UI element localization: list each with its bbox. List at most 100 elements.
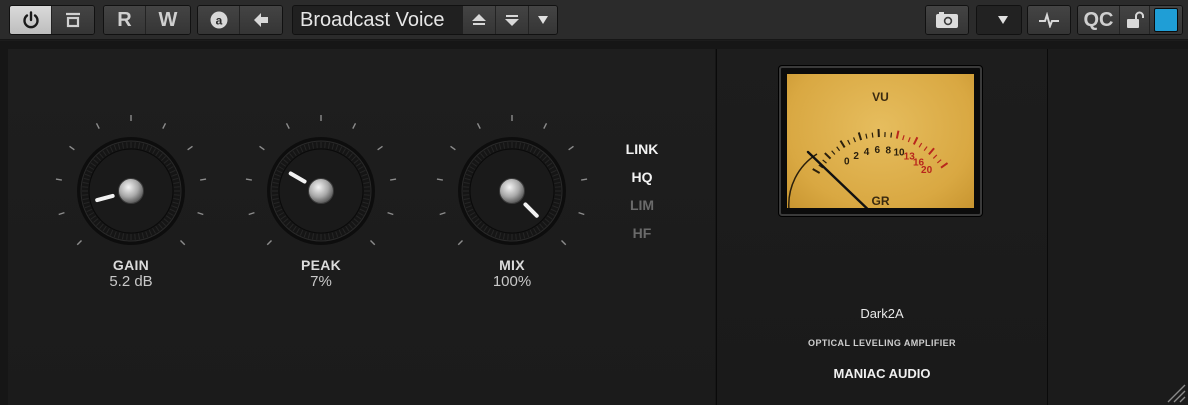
knob-tick — [245, 178, 252, 181]
vu-tick — [918, 142, 923, 148]
knob-tick — [76, 240, 82, 246]
next-preset-button[interactable] — [496, 6, 529, 34]
vu-tick — [923, 146, 928, 151]
knob-tick — [543, 122, 548, 129]
knob-tick — [352, 122, 357, 129]
peak-label: PEAK — [300, 257, 342, 273]
preset-name[interactable]: Broadcast Voice — [293, 6, 463, 34]
knob-tick — [259, 145, 265, 151]
knob-tick — [578, 211, 585, 216]
hq-switch[interactable]: HQ — [610, 169, 674, 185]
knob-tick — [285, 122, 290, 129]
vu-tick — [932, 154, 938, 159]
lim-switch[interactable]: LIM — [610, 197, 674, 213]
knob-tick — [200, 178, 207, 181]
vu-tick — [853, 137, 856, 143]
quick-controls-button[interactable]: QC — [1078, 6, 1120, 34]
automation-rw-group: R W — [103, 5, 191, 35]
knob-tick — [187, 145, 193, 151]
read-automation-button[interactable]: R — [104, 6, 146, 34]
svg-text:a: a — [215, 14, 222, 28]
peak-knob[interactable] — [241, 111, 401, 271]
vu-scale: 02 4 6 8 10 131620 — [788, 129, 949, 208]
vu-tick — [907, 137, 911, 143]
unlock-icon — [1126, 11, 1144, 28]
knob-tick — [457, 240, 463, 246]
power-button[interactable] — [10, 6, 52, 34]
sidechain-icon — [1039, 12, 1059, 28]
knob-tick — [450, 145, 456, 151]
vu-tick — [831, 150, 836, 155]
vu-tick — [895, 130, 900, 139]
vu-scale-label: 8 — [885, 145, 891, 156]
preset-selector: Broadcast Voice — [292, 5, 558, 35]
mix-value: 100% — [492, 273, 532, 290]
mix-label: MIX — [499, 257, 525, 273]
knob-tick — [55, 178, 62, 181]
sidechain-dropdown[interactable] — [977, 6, 1021, 34]
vu-tick — [836, 146, 841, 152]
mix-knob[interactable] — [432, 111, 592, 271]
knob-tick — [162, 122, 167, 129]
vu-scale-label: 6 — [875, 145, 881, 156]
plugin-toolbar: R W a Broadcast Voice QC — [0, 0, 1188, 40]
vu-tick — [812, 168, 821, 174]
knob-tick — [58, 211, 65, 216]
snapshot-button[interactable] — [926, 6, 968, 34]
vu-tick — [928, 147, 935, 156]
qc-group: QC — [1077, 5, 1183, 35]
knob-tick — [69, 145, 75, 151]
vu-scale-label: 4 — [864, 147, 870, 158]
gain-label: GAIN — [112, 257, 150, 273]
preset-menu-button[interactable] — [529, 6, 557, 34]
automation-mode-button[interactable]: a — [198, 6, 240, 34]
sidechain-group — [1027, 5, 1071, 35]
hf-switch[interactable]: HF — [610, 225, 674, 241]
knob-tick — [476, 122, 481, 129]
previous-preset-button[interactable] — [463, 6, 496, 34]
bypass-button[interactable] — [52, 6, 94, 34]
vu-tick — [902, 135, 905, 141]
chevron-down-icon — [538, 16, 548, 24]
vu-tick — [940, 162, 949, 169]
knob-tick — [266, 240, 272, 246]
write-automation-button[interactable]: W — [146, 6, 190, 34]
vu-scale-label: 2 — [853, 151, 859, 162]
sidechain-select-group — [976, 5, 1022, 35]
knob-tick — [197, 211, 204, 216]
vu-tick — [936, 159, 942, 164]
vu-tick — [865, 133, 868, 139]
product-description: OPTICAL LEVELING AMPLIFIER — [808, 338, 956, 348]
knob-tick — [180, 240, 186, 246]
vu-meter: VU 0 2 4 6 8 10 13 16 20 GR — [779, 66, 982, 216]
vu-tick — [822, 159, 827, 164]
gain-value: 5.2 dB — [109, 273, 153, 290]
knob-tick — [248, 211, 255, 216]
automation-icon: a — [210, 11, 227, 29]
vu-scale-label: 0 — [844, 156, 850, 167]
knob-tick — [387, 211, 394, 216]
knob-tick — [370, 240, 376, 246]
sidechain-button[interactable] — [1028, 6, 1070, 34]
vu-tick — [871, 132, 874, 138]
product-name: Dark2A — [860, 306, 904, 321]
back-button[interactable] — [240, 6, 282, 34]
link-switch[interactable]: LINK — [610, 141, 674, 157]
knob-tick — [436, 178, 443, 181]
triangle-down-icon — [505, 15, 519, 26]
knob-tick — [377, 145, 383, 151]
vu-tick — [890, 132, 893, 138]
track-color-swatch — [1154, 8, 1178, 32]
color-button[interactable] — [1150, 6, 1182, 34]
side-panel — [1048, 49, 1188, 405]
lock-button[interactable] — [1120, 6, 1150, 34]
vu-meter-face: VU 0 2 4 6 8 10 13 16 20 GR — [787, 74, 974, 208]
gain-knob[interactable] — [51, 111, 211, 271]
vu-tick — [824, 152, 832, 160]
power-icon — [22, 11, 39, 29]
vu-tick — [847, 139, 851, 145]
company-name: MANIAC AUDIO — [833, 366, 931, 381]
knob-tick — [439, 211, 446, 216]
vu-scale-label: 20 — [921, 165, 933, 176]
resize-grip-icon[interactable] — [1164, 381, 1186, 403]
